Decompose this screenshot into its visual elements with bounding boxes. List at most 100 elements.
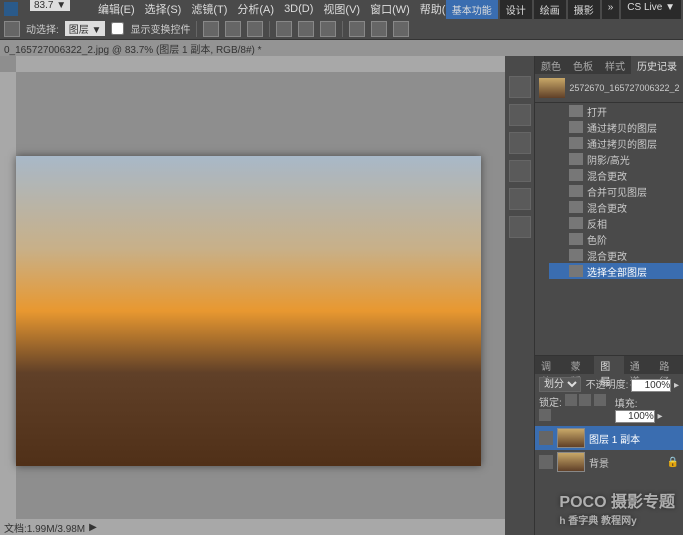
state-icon bbox=[569, 105, 583, 117]
layer-name: 图层 1 副本 bbox=[589, 431, 640, 446]
tab-style[interactable]: 样式 bbox=[599, 56, 631, 74]
distribute-icon[interactable] bbox=[349, 21, 365, 37]
workspace-more[interactable]: » bbox=[602, 0, 620, 19]
tab-adjustments[interactable]: 调整 bbox=[535, 356, 565, 374]
history-state[interactable]: 混合更改 bbox=[535, 167, 683, 183]
panel-icon[interactable] bbox=[509, 132, 531, 154]
canvas-area: 文档:1.99M/3.98M ▶ bbox=[0, 56, 505, 535]
history-filename: 2572670_165727006322_2.jpg bbox=[569, 83, 679, 93]
history-state[interactable]: 合并可见图层 bbox=[535, 183, 683, 199]
history-state[interactable]: 阴影/高光 bbox=[535, 151, 683, 167]
opacity-label: 不透明度: bbox=[586, 380, 629, 391]
panel-icon[interactable] bbox=[509, 188, 531, 210]
document-tab[interactable]: 0_165727006322_2.jpg @ 83.7% (图层 1 副本, R… bbox=[4, 41, 262, 56]
state-icon bbox=[569, 201, 583, 213]
history-state[interactable]: 通过拷贝的图层 bbox=[535, 119, 683, 135]
layer-thumb[interactable] bbox=[557, 428, 585, 448]
state-icon bbox=[569, 217, 583, 229]
tab-swatch[interactable]: 色板 bbox=[567, 56, 599, 74]
distribute-icon[interactable] bbox=[393, 21, 409, 37]
layer-thumb[interactable] bbox=[557, 452, 585, 472]
history-state[interactable]: 混合更改 bbox=[535, 247, 683, 263]
lock-position-icon[interactable] bbox=[594, 394, 606, 406]
auto-select-label: 动选择: bbox=[26, 21, 59, 36]
status-bar: 文档:1.99M/3.98M ▶ bbox=[0, 519, 505, 535]
visibility-icon[interactable] bbox=[539, 455, 553, 469]
app-icon bbox=[4, 2, 18, 16]
align-icon[interactable] bbox=[203, 21, 219, 37]
workspace-photo[interactable]: 摄影 bbox=[568, 0, 600, 19]
lock-all-icon[interactable] bbox=[539, 409, 551, 421]
distribute-icon[interactable] bbox=[371, 21, 387, 37]
align-icon[interactable] bbox=[298, 21, 314, 37]
fill-input[interactable] bbox=[615, 410, 655, 423]
lock-icon: 🔒 bbox=[667, 457, 679, 468]
move-tool-icon bbox=[4, 21, 20, 37]
document-tab-bar: 0_165727006322_2.jpg @ 83.7% (图层 1 副本, R… bbox=[0, 40, 683, 56]
menu-bar: 83.7 ▼ 编辑(E) 选择(S) 滤镜(T) 分析(A) 3D(D) 视图(… bbox=[0, 0, 683, 18]
opacity-input[interactable] bbox=[631, 379, 671, 392]
menu-select[interactable]: 选择(S) bbox=[145, 1, 182, 17]
state-icon bbox=[569, 121, 583, 133]
tab-paths[interactable]: 路径 bbox=[653, 356, 683, 374]
state-icon bbox=[569, 233, 583, 245]
cs-live[interactable]: CS Live ▼ bbox=[621, 0, 681, 19]
tab-layers[interactable]: 图层 bbox=[594, 356, 624, 374]
status-doc-size: 文档:1.99M/3.98M bbox=[4, 520, 85, 535]
history-panel: 2572670_165727006322_2.jpg 打开 通过拷贝的图层 通过… bbox=[535, 74, 683, 355]
mini-toolbar bbox=[505, 56, 535, 535]
tab-history[interactable]: 历史记录 bbox=[631, 56, 683, 74]
ruler-horizontal bbox=[16, 56, 505, 72]
workspace-painting[interactable]: 绘画 bbox=[534, 0, 566, 19]
menu-edit[interactable]: 编辑(E) bbox=[98, 1, 135, 17]
history-state[interactable]: 选择全部图层 bbox=[535, 263, 683, 279]
history-state[interactable]: 打开 bbox=[535, 103, 683, 119]
workspace-design[interactable]: 设计 bbox=[500, 0, 532, 19]
align-icon[interactable] bbox=[247, 21, 263, 37]
show-transform-checkbox[interactable] bbox=[111, 22, 124, 35]
state-icon bbox=[569, 185, 583, 197]
lock-transparent-icon[interactable] bbox=[565, 394, 577, 406]
state-icon bbox=[569, 249, 583, 261]
history-state[interactable]: 反相 bbox=[535, 215, 683, 231]
align-icon[interactable] bbox=[320, 21, 336, 37]
history-state[interactable]: 混合更改 bbox=[535, 199, 683, 215]
state-icon bbox=[569, 265, 583, 277]
align-icon[interactable] bbox=[225, 21, 241, 37]
state-icon bbox=[569, 137, 583, 149]
canvas-image[interactable] bbox=[16, 156, 481, 466]
visibility-icon[interactable] bbox=[539, 431, 553, 445]
options-bar: 动选择: 图层 ▼ 显示变换控件 bbox=[0, 18, 683, 40]
menu-view[interactable]: 视图(V) bbox=[323, 1, 360, 17]
menu-3d[interactable]: 3D(D) bbox=[284, 3, 313, 15]
lock-pixels-icon[interactable] bbox=[579, 394, 591, 406]
menu-window[interactable]: 窗口(W) bbox=[370, 1, 410, 17]
layer-item[interactable]: 图层 1 副本 bbox=[535, 426, 683, 450]
panel-icon[interactable] bbox=[509, 216, 531, 238]
panel-icon[interactable] bbox=[509, 160, 531, 182]
blend-mode-select[interactable]: 划分 bbox=[539, 377, 581, 392]
state-icon bbox=[569, 169, 583, 181]
lock-label: 锁定: bbox=[539, 398, 562, 409]
tab-channels[interactable]: 通道 bbox=[624, 356, 654, 374]
layer-name: 背景 bbox=[589, 455, 609, 470]
ruler-vertical bbox=[0, 72, 16, 535]
panel-icon[interactable] bbox=[509, 76, 531, 98]
state-icon bbox=[569, 153, 583, 165]
tab-color[interactable]: 颜色 bbox=[535, 56, 567, 74]
history-state[interactable]: 色阶 bbox=[535, 231, 683, 247]
watermark: POCO 摄影专题 h 香字典 教程网y bbox=[559, 488, 675, 527]
workspace-essentials[interactable]: 基本功能 bbox=[446, 0, 498, 19]
panel-icon[interactable] bbox=[509, 104, 531, 126]
show-transform-label: 显示变换控件 bbox=[130, 21, 190, 36]
history-list: 打开 通过拷贝的图层 通过拷贝的图层 阴影/高光 混合更改 合并可见图层 混合更… bbox=[535, 103, 683, 279]
tab-masks[interactable]: 蒙版 bbox=[565, 356, 595, 374]
auto-select-dropdown[interactable]: 图层 ▼ bbox=[65, 21, 106, 36]
layer-item[interactable]: 背景 🔒 bbox=[535, 450, 683, 474]
align-icon[interactable] bbox=[276, 21, 292, 37]
menu-analysis[interactable]: 分析(A) bbox=[237, 1, 274, 17]
history-snapshot-thumb[interactable] bbox=[539, 78, 565, 98]
zoom-field[interactable]: 83.7 ▼ bbox=[30, 0, 70, 11]
history-state[interactable]: 通过拷贝的图层 bbox=[535, 135, 683, 151]
menu-filter[interactable]: 滤镜(T) bbox=[191, 1, 227, 17]
